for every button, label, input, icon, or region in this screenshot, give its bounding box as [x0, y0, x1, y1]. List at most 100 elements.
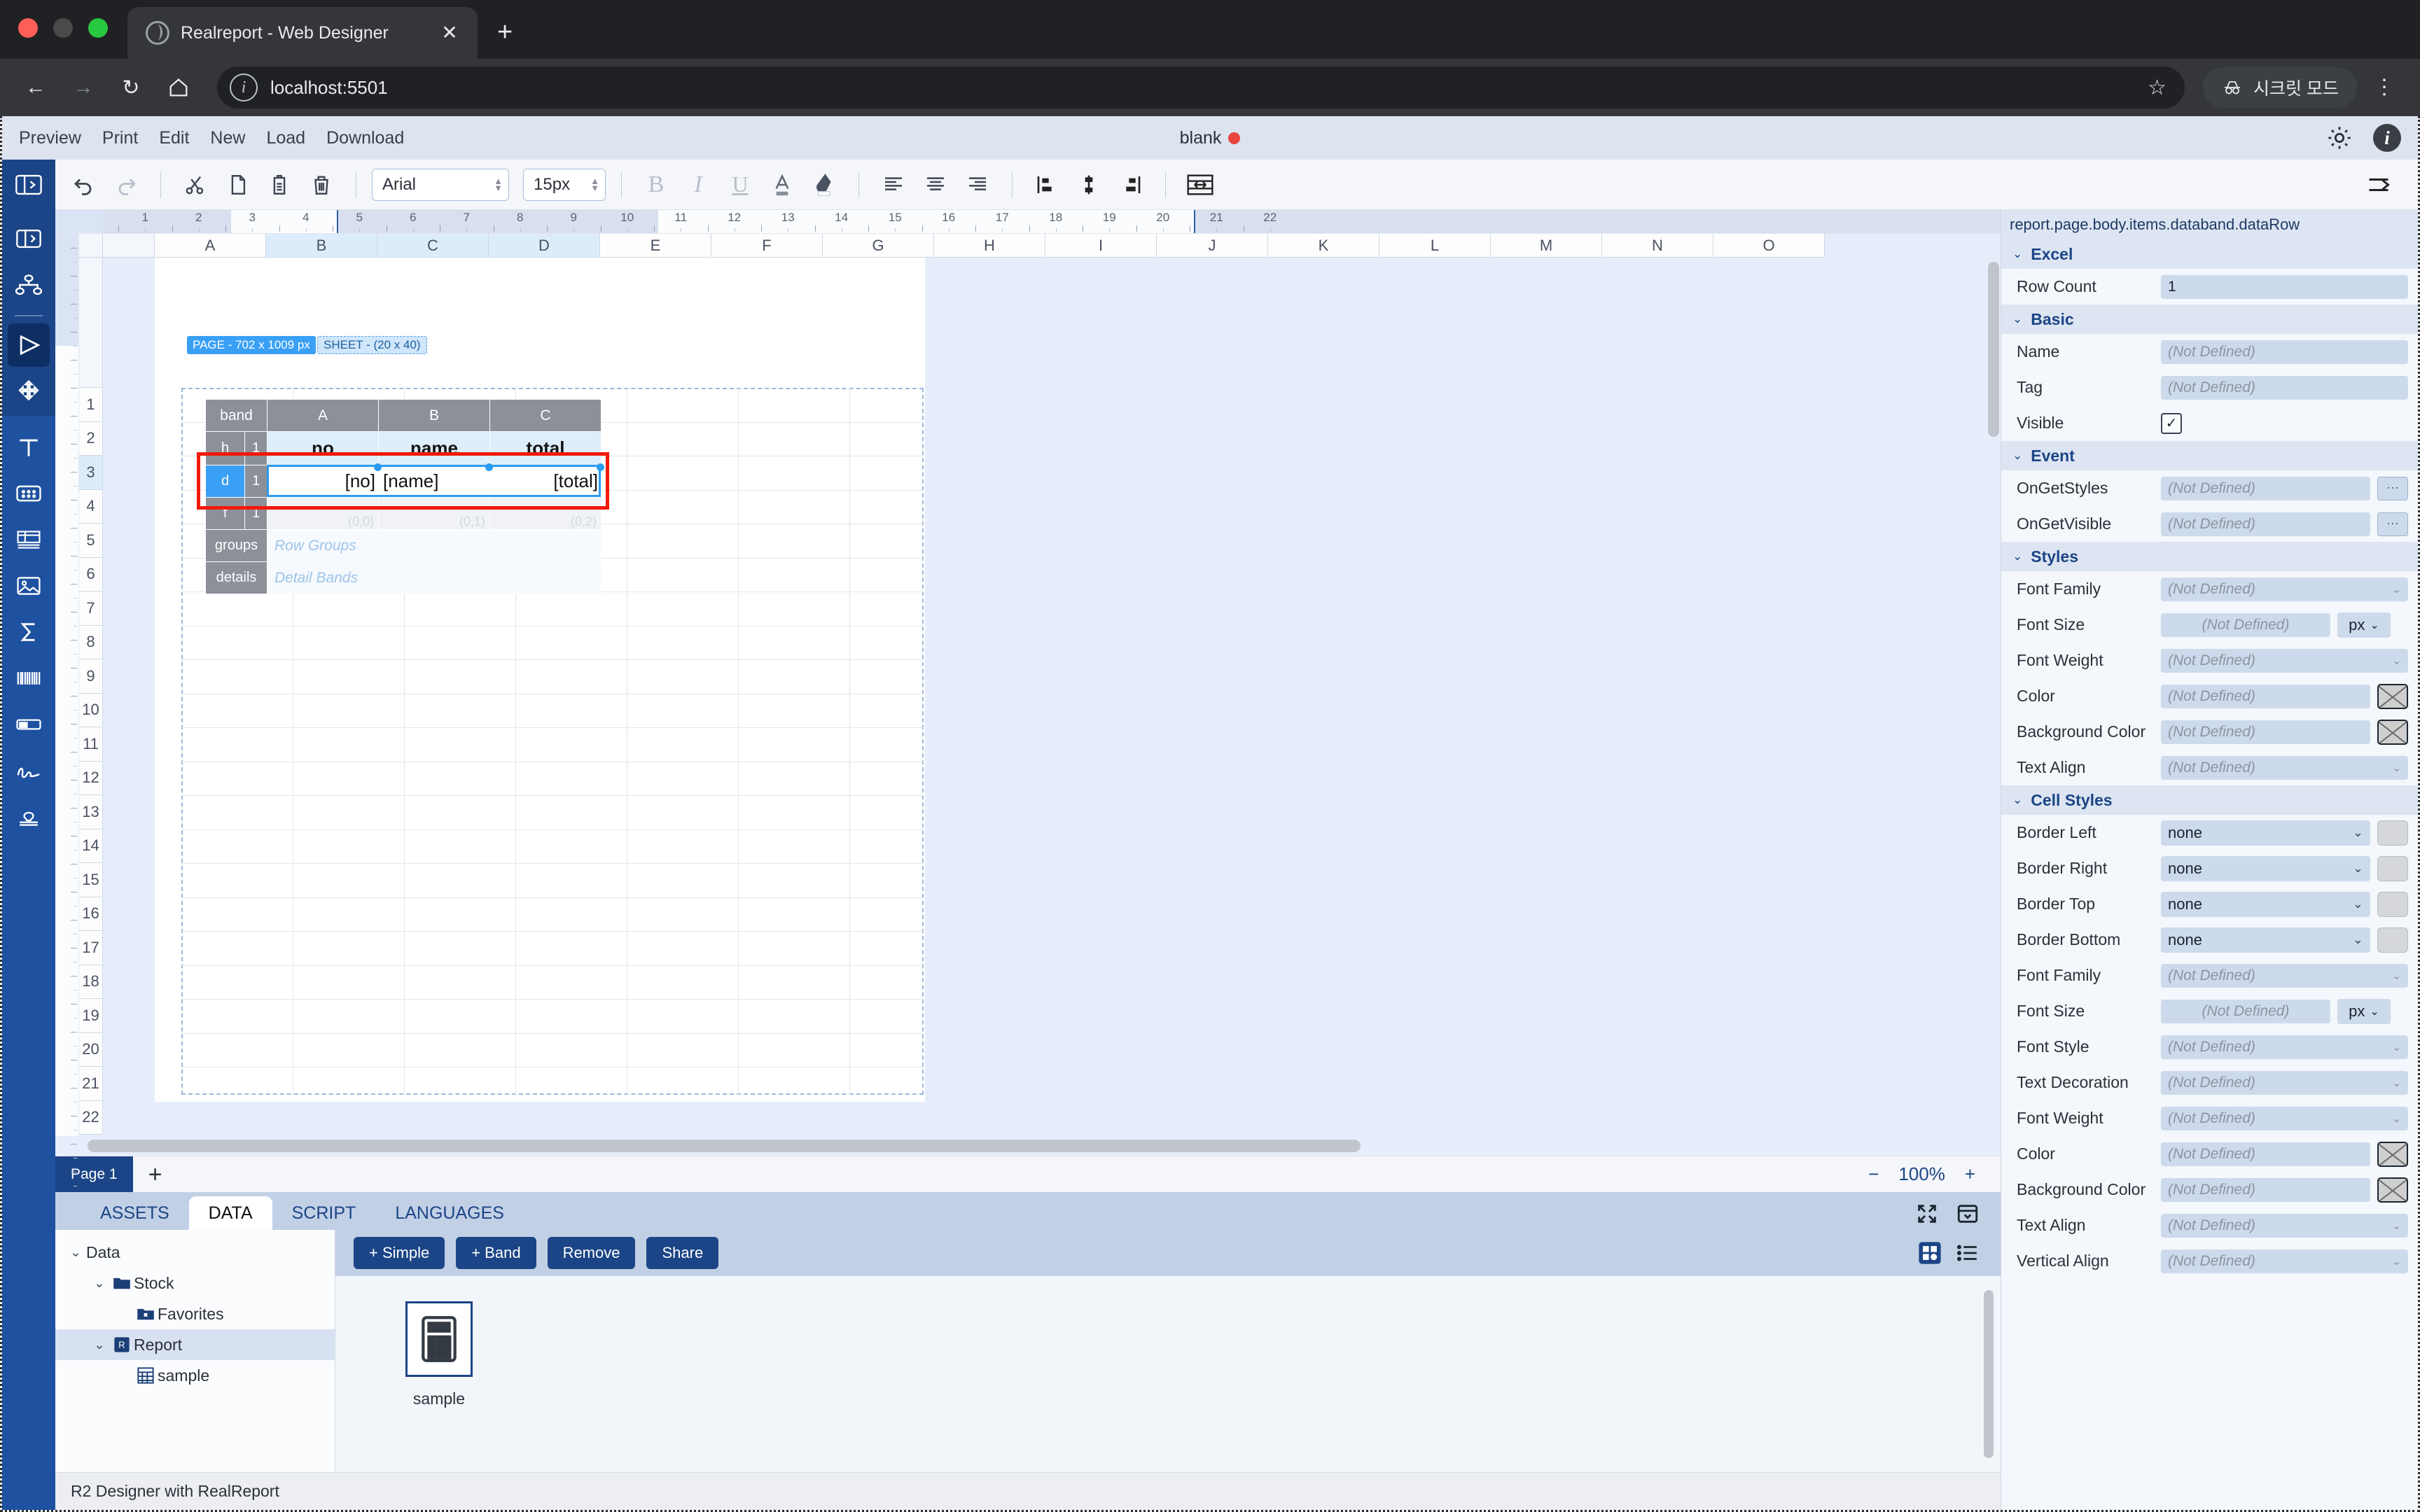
property-group-styles[interactable]: ⌄ Styles	[2001, 542, 2418, 571]
align-left-icon[interactable]	[875, 166, 912, 204]
merge-cells-icon[interactable]	[1181, 166, 1219, 204]
band-rowcount-d[interactable]: 1	[244, 465, 267, 498]
chevron-down-icon[interactable]: ⌄	[65, 1245, 86, 1261]
signature-tool-icon[interactable]	[8, 749, 50, 792]
details-label[interactable]: details	[205, 561, 267, 594]
menu-item-edit[interactable]: Edit	[159, 128, 189, 148]
row-header-14[interactable]: 14	[79, 829, 103, 863]
new-tab-button[interactable]: +	[497, 18, 513, 48]
tab-data[interactable]: DATA	[188, 1196, 272, 1230]
row-header-12[interactable]: 12	[79, 761, 103, 795]
row-groups-placeholder[interactable]: Row Groups	[267, 529, 601, 562]
column-header-a[interactable]: A	[155, 234, 266, 258]
row-header-9[interactable]: 9	[79, 659, 103, 694]
font-color-icon[interactable]	[763, 166, 801, 204]
remove-button[interactable]: Remove	[547, 1237, 636, 1269]
chevron-down-icon[interactable]: ⌄	[2392, 654, 2401, 668]
data-cell-no[interactable]: [no]	[267, 465, 379, 498]
row-header-17[interactable]: 17	[79, 931, 103, 965]
band-column-header-c[interactable]: C	[489, 399, 601, 432]
chevron-down-icon[interactable]: ⌄	[2392, 582, 2401, 596]
row-header-20[interactable]: 20	[79, 1032, 103, 1067]
reload-icon[interactable]: ↻	[111, 67, 151, 108]
chevron-down-icon[interactable]: ⌄	[2012, 793, 2022, 807]
tree-node-data[interactable]: ⌄ Data	[55, 1237, 335, 1268]
row-header-5[interactable]: 5	[79, 524, 103, 558]
property-group-cell-styles[interactable]: ⌄ Cell Styles	[2001, 785, 2418, 815]
menu-item-new[interactable]: New	[210, 128, 245, 148]
scrollbar-thumb[interactable]	[1988, 262, 1999, 437]
band-row-data[interactable]: d 1 [no] [name] [total]	[205, 465, 601, 498]
add-simple-button[interactable]: + Simple	[354, 1237, 445, 1269]
band-rowcount-h[interactable]: 1	[244, 431, 267, 465]
align-right-icon[interactable]	[959, 166, 996, 204]
color-swatch-border-bottom[interactable]	[2377, 927, 2408, 953]
property-input-ongetvisible[interactable]: (Not Defined)	[2161, 512, 2370, 536]
property-list[interactable]: ⌄ Excel Row Count 1 ⌄ Basic Name (Not Defined) T…	[2001, 239, 2418, 1510]
gear-icon[interactable]	[2325, 124, 2353, 152]
menu-item-print[interactable]: Print	[102, 128, 138, 148]
fill-color-icon[interactable]	[805, 166, 843, 204]
column-header-c[interactable]: C	[377, 234, 489, 258]
browser-tab[interactable]: Realreport - Web Designer ✕	[127, 7, 478, 59]
chevron-down-icon[interactable]: ⌄	[2392, 1112, 2401, 1126]
column-header-j[interactable]: J	[1157, 234, 1268, 258]
shape-tool-icon[interactable]	[8, 472, 50, 515]
property-group-basic[interactable]: ⌄ Basic	[2001, 304, 2418, 334]
detail-bands-placeholder[interactable]: Detail Bands	[267, 561, 601, 594]
property-input-font-size[interactable]: (Not Defined)	[2161, 612, 2330, 637]
row-header-15[interactable]: 15	[79, 863, 103, 897]
property-input-color[interactable]: (Not Defined)	[2161, 684, 2370, 708]
tree-node-report[interactable]: ⌄ R Report	[55, 1329, 335, 1360]
band-row-details[interactable]: details Detail Bands	[205, 561, 601, 594]
property-input-background-color[interactable]: (Not Defined)	[2161, 1177, 2370, 1202]
column-header-l[interactable]: L	[1379, 234, 1491, 258]
property-input-text-align[interactable]: (Not Defined) ⌄	[2161, 1213, 2408, 1238]
home-icon[interactable]	[158, 67, 199, 108]
property-more-button-ongetstyles[interactable]: ⋯	[2377, 476, 2408, 500]
property-input-text-decoration[interactable]: (Not Defined) ⌄	[2161, 1070, 2408, 1095]
chevron-down-icon[interactable]: ⌄	[2392, 1254, 2401, 1268]
tree-node-stock[interactable]: ⌄ Stock	[55, 1268, 335, 1298]
property-input-font-size[interactable]: (Not Defined)	[2161, 999, 2330, 1023]
tree-node-favorites[interactable]: Favorites	[55, 1298, 335, 1329]
barcode-tool-icon[interactable]	[8, 657, 50, 700]
property-input-font-family[interactable]: (Not Defined) ⌄	[2161, 963, 2408, 988]
row-header-22[interactable]: 22	[79, 1100, 103, 1135]
column-header-f[interactable]: F	[711, 234, 823, 258]
image-tool-icon[interactable]	[8, 564, 50, 608]
select-tool-icon[interactable]	[8, 323, 50, 367]
progress-tool-icon[interactable]	[8, 703, 50, 746]
chevron-down-icon[interactable]: ⌄	[2392, 761, 2401, 775]
chevron-down-icon[interactable]: ⌄	[2353, 861, 2363, 876]
column-header-e[interactable]: E	[600, 234, 711, 258]
band-column-header-a[interactable]: A	[267, 399, 379, 432]
band-code-h[interactable]: h	[205, 431, 245, 465]
hierarchy-icon[interactable]	[8, 263, 50, 307]
trash-icon[interactable]	[302, 166, 340, 204]
move-tool-icon[interactable]	[8, 370, 50, 413]
row-header-7[interactable]: 7	[79, 592, 103, 626]
close-icon[interactable]: ✕	[436, 23, 464, 43]
column-header-m[interactable]: M	[1491, 234, 1602, 258]
resize-handle[interactable]	[597, 463, 604, 471]
dataset-item-sample[interactable]: sample	[397, 1301, 481, 1408]
property-group-excel[interactable]: ⌄ Excel	[2001, 239, 2418, 269]
property-checkbox-visible[interactable]: ✓	[2161, 412, 2182, 434]
band-table[interactable]: band A B Ch 1 no name total d 1 [no] [name] [total] f…	[205, 399, 601, 594]
chevron-down-icon[interactable]: ⌄	[2012, 312, 2022, 326]
property-unit-select-font-size[interactable]: px ⌄	[2337, 612, 2391, 638]
data-cell-name[interactable]: [name]	[378, 465, 490, 498]
property-input-row-count[interactable]: 1	[2161, 274, 2408, 299]
bookmark-star-icon[interactable]: ☆	[2148, 76, 2172, 100]
maximize-window-button[interactable]	[88, 18, 108, 38]
redo-icon[interactable]	[107, 166, 145, 204]
tab-languages[interactable]: LANGUAGES	[375, 1196, 524, 1230]
panel-toggle-icon[interactable]	[2, 159, 55, 210]
chevron-down-icon[interactable]: ⌄	[2353, 825, 2363, 840]
property-input-vertical-align[interactable]: (Not Defined) ⌄	[2161, 1249, 2408, 1273]
header-cell-1[interactable]: name	[378, 431, 490, 465]
minimize-window-button[interactable]	[53, 18, 73, 38]
incognito-badge[interactable]: 시크릿 모드	[2203, 67, 2357, 108]
column-header-g[interactable]: G	[823, 234, 934, 258]
